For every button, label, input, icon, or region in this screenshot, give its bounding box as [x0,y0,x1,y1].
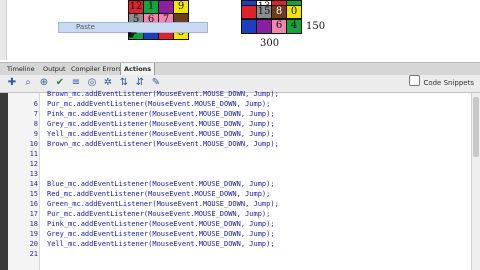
code-line: 9 Yell_mc.addEventListener(MouseEvent.MOU… [0,129,480,139]
scroll-thumb[interactable] [473,97,479,157]
line-number: 8 [33,120,38,128]
code-line: 6 Pur_mc.addEventListener(MouseEvent.MOUS… [0,99,480,109]
line-number: 21 [29,250,38,258]
code-text: Yell_mc.addEventListener(MouseEvent.MOUS… [47,240,275,248]
paste-label: Paste [76,23,95,31]
add-statement-icon[interactable]: ✚ [6,77,18,89]
code-line: 10 Brown_mc.addEventListener(MouseEvent.M… [0,139,480,149]
line-number: 11 [29,150,38,158]
auto-format-icon[interactable]: ≡ [70,77,82,89]
code-text: Pink_mc.addEventListener(MouseEvent.MOUS… [47,220,275,228]
code-line: 20 Yell_mc.addEventListener(MouseEvent.MO… [0,239,480,249]
grid-cell[interactable] [158,0,174,14]
grid-cell[interactable] [256,19,272,34]
grid-cell[interactable]: 0 [286,5,302,19]
code-line: 13 [0,169,480,179]
panel-tab-bar: Timeline Output Compiler Errors Actions [0,62,480,76]
line-number: 9 [33,130,38,138]
code-text: Grey_mc.addEventListener(MouseEvent.MOUS… [47,230,275,238]
code-text: Pur_mc.addEventListener(MouseEvent.MOUSE… [47,100,271,108]
grid-cell[interactable]: 9 [173,0,189,14]
code-text: Green_mc.addEventListener(MouseEvent.MOU… [47,200,279,208]
expand-icon[interactable]: ⇵ [134,77,146,89]
code-line: 18 Pink_mc.addEventListener(MouseEvent.MO… [0,219,480,229]
stage-edge [0,0,7,60]
check-syntax-icon[interactable]: ✔ [54,77,66,89]
code-line: 21 [0,249,480,259]
grid-cell[interactable]: 15 [256,5,272,19]
find-icon[interactable]: ⌕ [22,77,34,89]
code-line: 11 [0,149,480,159]
code-line: Brown_mc.addEventListener(MouseEvent.MOU… [0,89,480,99]
code-line: 15 Red_mc.addEventListener(MouseEvent.MOU… [0,189,480,199]
line-number: 20 [29,240,38,248]
debug-icon[interactable]: ✲ [102,77,114,89]
line-number: 17 [29,210,38,218]
code-line: 17 Pur_mc.addEventListener(MouseEvent.MOU… [0,209,480,219]
tab-compiler-errors[interactable]: Compiler Errors [68,63,125,75]
grid-cell[interactable] [241,5,257,19]
line-number: 16 [29,200,38,208]
comment-icon[interactable]: ✎ [150,77,162,89]
line-number: 12 [29,160,38,168]
code-line: 14 Blue_mc.addEventListener(MouseEvent.MO… [0,179,480,189]
grid-cell[interactable]: 1 [143,0,159,14]
line-number: 18 [29,220,38,228]
grid-cell[interactable] [241,19,257,34]
code-text: Yell_mc.addEventListener(MouseEvent.MOUS… [47,130,275,138]
code-snippets-label: Code Snippets [423,79,474,87]
tab-output[interactable]: Output [40,63,69,75]
line-number: 19 [29,230,38,238]
tab-timeline[interactable]: Timeline [4,63,38,75]
hand-cursor-icon: ☛ [127,28,138,42]
tab-actions[interactable]: Actions [120,63,156,75]
line-number: 6 [33,100,38,108]
code-line: 7 Pink_mc.addEventListener(MouseEvent.MOU… [0,109,480,119]
height-dimension-label: 150 [306,21,326,32]
line-number: 13 [29,170,38,178]
grid-cell[interactable]: 4 [286,19,302,34]
line-number: 10 [29,140,38,148]
code-text: Grey_mc.addEventListener(MouseEvent.MOUS… [47,120,275,128]
code-line: 19 Grey_mc.addEventListener(MouseEvent.MO… [0,229,480,239]
collapse-icon[interactable]: ⇅ [118,77,130,89]
line-number: 14 [29,180,38,188]
code-editor[interactable]: Brown_mc.addEventListener(MouseEvent.MOU… [0,90,480,270]
code-line: 8 Grey_mc.addEventListener(MouseEvent.MOU… [0,119,480,129]
code-line: 12 [0,159,480,169]
code-hint-icon[interactable]: ◎ [86,77,98,89]
code-text: Pink_mc.addEventListener(MouseEvent.MOUS… [47,110,275,118]
line-number: 15 [29,190,38,198]
code-text: Brown_mc.addEventListener(MouseEvent.MOU… [47,90,279,98]
stage-area: 12 1 9 5 6 7 3 Paste ☛ 13 15 8 0 6 4 150… [0,0,480,60]
grid-cell[interactable]: 8 [271,5,287,19]
grid-cell[interactable]: 12 [128,0,144,14]
code-snippets-icon [409,75,421,86]
line-number: 7 [33,110,38,118]
code-text: Brown_mc.addEventListener(MouseEvent.MOU… [47,140,279,148]
insert-target-icon[interactable]: ⊕ [38,77,50,89]
width-dimension-label: 300 [260,38,280,49]
grid-cell[interactable]: 6 [271,19,287,34]
code-text: Blue_mc.addEventListener(MouseEvent.MOUS… [47,180,275,188]
code-text: Red_mc.addEventListener(MouseEvent.MOUSE… [47,190,271,198]
code-text: Pur_mc.addEventListener(MouseEvent.MOUSE… [47,210,271,218]
vertical-scrollbar[interactable] [471,93,480,270]
code-line: 16 Green_mc.addEventListener(MouseEvent.M… [0,199,480,209]
